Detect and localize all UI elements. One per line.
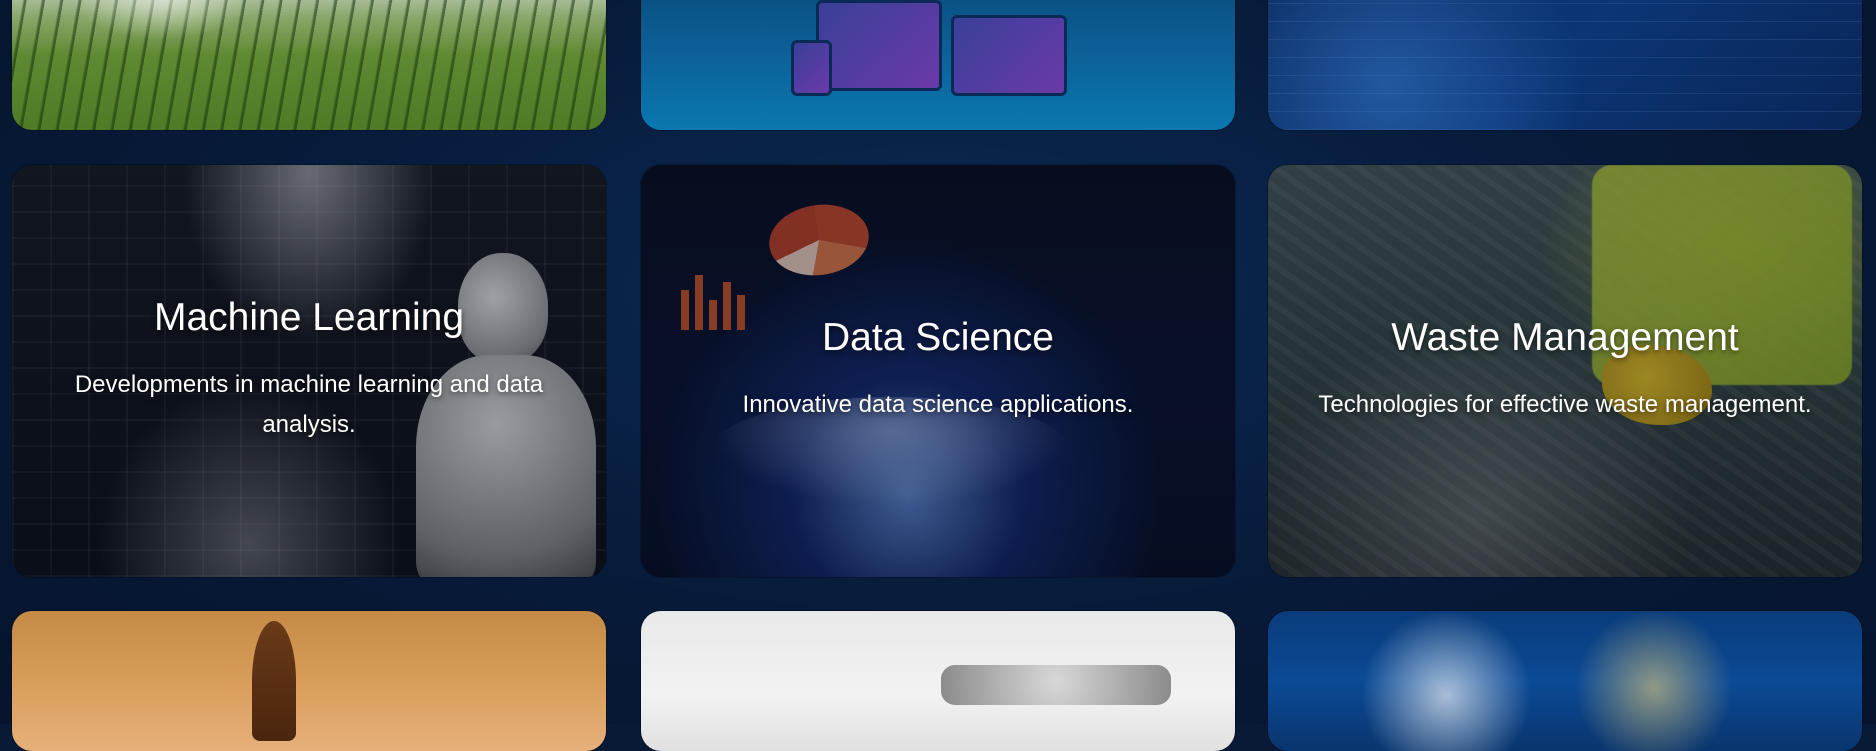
card-gaming[interactable] bbox=[1268, 611, 1862, 751]
card-data-science[interactable]: Data Science Innovative data science app… bbox=[641, 165, 1235, 577]
laptop-icon bbox=[951, 15, 1067, 96]
card-drones[interactable] bbox=[641, 611, 1235, 751]
temple-spire bbox=[252, 621, 296, 741]
card-description: Technologies for effective waste managem… bbox=[1318, 391, 1812, 419]
card-machine-learning[interactable]: Machine Learning Developments in machine… bbox=[12, 165, 606, 577]
card-content: Waste Management Technologies for effect… bbox=[1268, 165, 1862, 577]
drone-icon bbox=[941, 665, 1171, 705]
card-content: Data Science Innovative data science app… bbox=[641, 165, 1235, 577]
monitor-icon bbox=[816, 0, 942, 91]
card-title: Data Science bbox=[822, 315, 1054, 359]
card-cybersecurity[interactable] bbox=[1268, 0, 1862, 130]
devices-image bbox=[641, 0, 1235, 130]
card-description: Innovative data science applications. bbox=[742, 391, 1134, 419]
card-agriculture[interactable] bbox=[12, 0, 606, 130]
phone-icon bbox=[791, 40, 832, 96]
card-content: Machine Learning Developments in machine… bbox=[12, 165, 606, 577]
cybersecurity-image bbox=[1268, 0, 1862, 130]
card-iot[interactable] bbox=[641, 0, 1235, 130]
card-waste-management[interactable]: Waste Management Technologies for effect… bbox=[1268, 165, 1862, 577]
card-title: Machine Learning bbox=[153, 295, 465, 339]
card-heritage[interactable] bbox=[12, 611, 606, 751]
card-title: Waste Management bbox=[1391, 315, 1739, 359]
card-description: Developments in machine learning and dat… bbox=[74, 371, 544, 439]
drone-image bbox=[641, 611, 1235, 751]
gaming-image bbox=[1268, 611, 1862, 751]
temple-image bbox=[12, 611, 606, 751]
topics-grid: Machine Learning Developments in machine… bbox=[0, 0, 1876, 751]
agriculture-image bbox=[12, 0, 606, 130]
